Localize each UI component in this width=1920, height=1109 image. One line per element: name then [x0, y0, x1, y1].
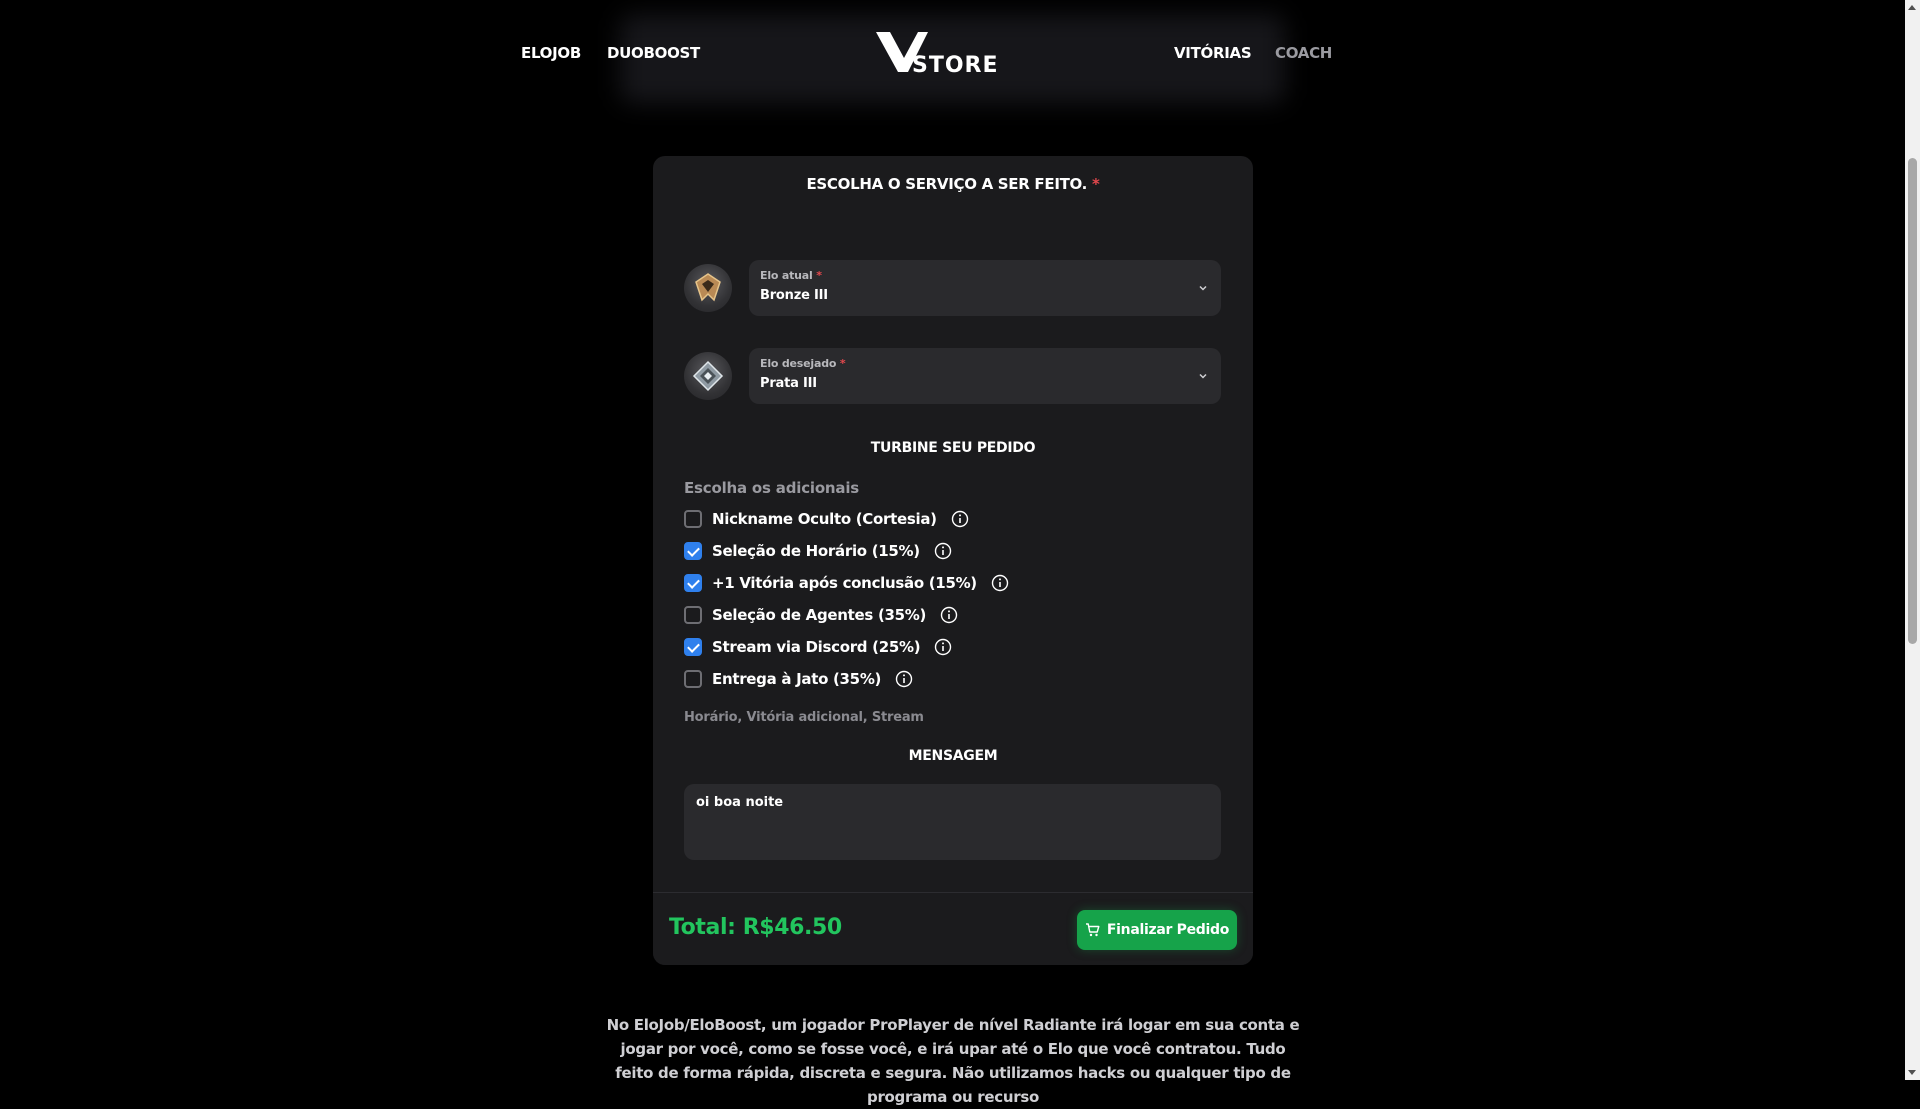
- required-mark: *: [839, 357, 846, 370]
- logo-text: STORE: [912, 53, 999, 78]
- desired-elo-row: Elo desejado * Prata III: [684, 348, 1224, 404]
- service-title: ESCOLHA O SERVIÇO A SER FEITO. *: [653, 175, 1253, 193]
- message-title: MENSAGEM: [908, 748, 998, 764]
- scroll-thumb[interactable]: [1908, 158, 1917, 644]
- order-total: Total: R$46.50: [669, 915, 842, 940]
- nav-link-duoboost[interactable]: DUOBOOST: [607, 44, 700, 62]
- bronze-rank-icon: [684, 264, 732, 312]
- store-logo[interactable]: STORE: [874, 28, 1010, 78]
- service-title-text: ESCOLHA O SERVIÇO A SER FEITO.: [806, 175, 1088, 193]
- scroll-down-arrow-icon[interactable]: [1908, 1070, 1916, 1075]
- service-description: No EloJob/EloBoost, um jogador ProPlayer…: [606, 1016, 1300, 1106]
- order-footer: Total: R$46.50 Finalizar Pedido: [653, 892, 1253, 965]
- desired-elo-label: Elo desejado *: [760, 357, 846, 370]
- site-header: ELOJOB DUOBOOST STORE VITÓRIAS COACH: [0, 0, 1905, 110]
- info-icon[interactable]: [934, 542, 952, 560]
- nav-link-elojob[interactable]: ELOJOB: [521, 44, 581, 62]
- addon-checkbox[interactable]: [684, 542, 702, 560]
- addons-label: Escolha os adicionais: [684, 479, 860, 497]
- addon-item[interactable]: +1 Vitória após conclusão (15%): [684, 572, 1009, 594]
- current-elo-row: Elo atual * Bronze III: [684, 260, 1224, 316]
- addon-checkbox[interactable]: [684, 574, 702, 592]
- addon-item[interactable]: Seleção de Horário (15%): [684, 540, 952, 562]
- silver-rank-icon: [684, 352, 732, 400]
- chevron-down-icon: [1199, 373, 1207, 379]
- addon-label: Seleção de Agentes (35%): [712, 606, 927, 624]
- desired-elo-select[interactable]: Elo desejado * Prata III: [749, 348, 1221, 404]
- addon-label: +1 Vitória após conclusão (15%): [712, 574, 977, 592]
- addon-checkbox[interactable]: [684, 670, 702, 688]
- current-elo-value: Bronze III: [760, 288, 828, 303]
- order-card: ESCOLHA O SERVIÇO A SER FEITO. * Elo atu…: [653, 156, 1253, 965]
- info-icon[interactable]: [951, 510, 969, 528]
- current-elo-label-text: Elo atual: [760, 269, 813, 282]
- selected-addons-summary: Horário, Vitória adicional, Stream: [684, 710, 924, 725]
- logo-mark-icon: STORE: [876, 32, 999, 78]
- desired-elo-label-text: Elo desejado: [760, 357, 837, 370]
- cart-icon: [1085, 923, 1100, 937]
- addon-item[interactable]: Entrega à Jato (35%): [684, 668, 913, 690]
- addon-checkbox[interactable]: [684, 638, 702, 656]
- nav-link-vitorias[interactable]: VITÓRIAS: [1174, 44, 1252, 62]
- boost-title: TURBINE SEU PEDIDO: [870, 440, 1036, 456]
- addon-label: Nickname Oculto (Cortesia): [712, 510, 937, 528]
- current-elo-label: Elo atual *: [760, 269, 822, 282]
- scroll-up-arrow-icon[interactable]: [1908, 5, 1916, 10]
- info-icon[interactable]: [895, 670, 913, 688]
- addon-checkbox[interactable]: [684, 510, 702, 528]
- page-scrollbar[interactable]: [1905, 0, 1920, 1080]
- addon-label: Stream via Discord (25%): [712, 638, 921, 656]
- info-icon[interactable]: [991, 574, 1009, 592]
- current-elo-select[interactable]: Elo atual * Bronze III: [749, 260, 1221, 316]
- addon-item[interactable]: Seleção de Agentes (35%): [684, 604, 958, 626]
- addon-checkbox[interactable]: [684, 606, 702, 624]
- checkout-button[interactable]: Finalizar Pedido: [1077, 910, 1237, 950]
- addon-label: Seleção de Horário (15%): [712, 542, 920, 560]
- required-mark: *: [816, 269, 822, 282]
- addon-item[interactable]: Nickname Oculto (Cortesia): [684, 508, 969, 530]
- desired-elo-value: Prata III: [760, 376, 817, 391]
- chevron-down-icon: [1199, 285, 1207, 291]
- required-mark: *: [1091, 175, 1100, 193]
- message-textarea[interactable]: [684, 784, 1221, 860]
- nav-link-coach[interactable]: COACH: [1275, 44, 1332, 62]
- info-icon[interactable]: [940, 606, 958, 624]
- checkout-label: Finalizar Pedido: [1106, 922, 1230, 938]
- addon-item[interactable]: Stream via Discord (25%): [684, 636, 952, 658]
- addon-label: Entrega à Jato (35%): [712, 670, 882, 688]
- info-icon[interactable]: [934, 638, 952, 656]
